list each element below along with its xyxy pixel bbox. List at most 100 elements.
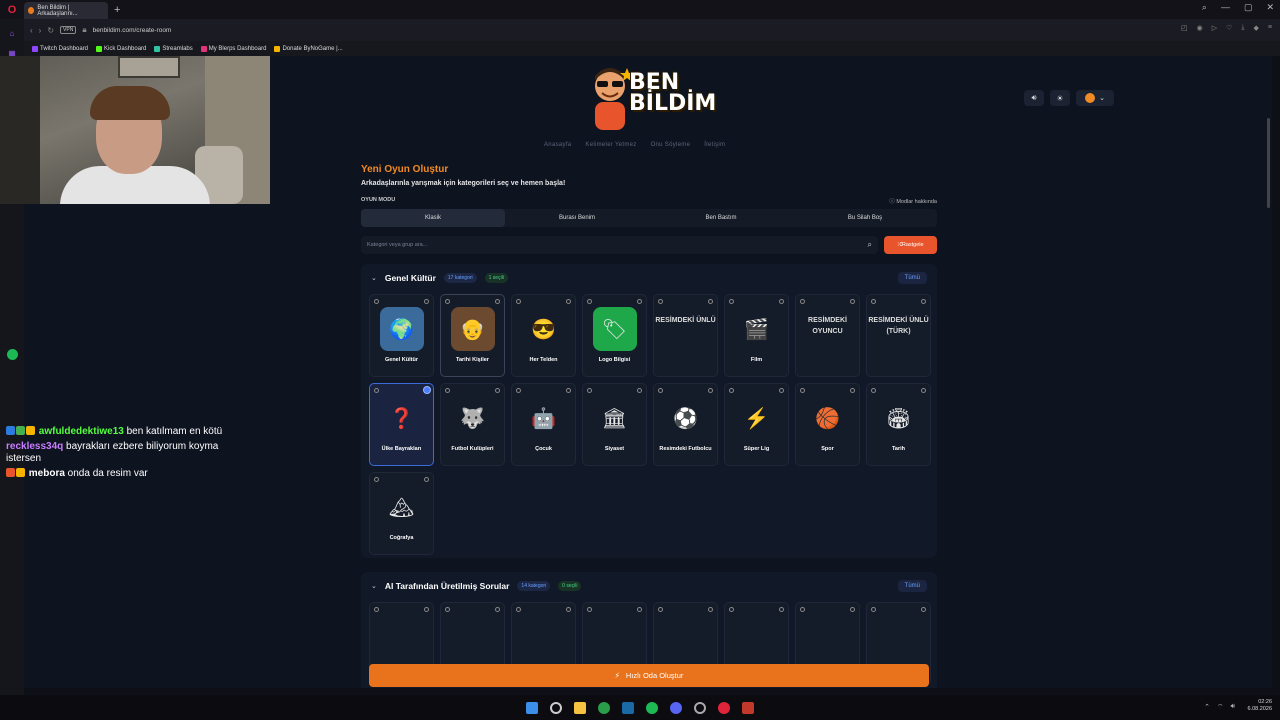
nav-kelimeler-yetmez[interactable]: Kelimeler Yetmez bbox=[585, 142, 636, 148]
tab-klasik[interactable]: Klasik bbox=[361, 209, 505, 227]
select-checkbox[interactable] bbox=[779, 607, 784, 612]
info-radio-icon[interactable] bbox=[374, 299, 379, 304]
tab-ben-bastim[interactable]: Ben Bastım bbox=[649, 209, 793, 227]
home-icon[interactable]: ⌂ bbox=[6, 27, 18, 39]
category-card[interactable]: 🏷 Logo Bilgisi bbox=[582, 294, 647, 377]
chevron-down-icon[interactable]: ⌄ bbox=[371, 582, 377, 590]
chevron-down-icon[interactable]: ⌄ bbox=[371, 274, 377, 282]
start-icon[interactable] bbox=[526, 701, 538, 714]
url-field[interactable]: benbildim.com/create-room bbox=[93, 27, 172, 34]
select-checkbox[interactable] bbox=[423, 386, 431, 394]
bookmark-bynogame[interactable]: Donate ByNoGame |... bbox=[274, 45, 343, 52]
select-checkbox[interactable] bbox=[921, 607, 926, 612]
heart-icon[interactable]: ♡ bbox=[1226, 24, 1232, 32]
theme-button[interactable]: ☀ bbox=[1050, 90, 1070, 106]
category-card[interactable]: ⚽ Resimdeki Futbolcu bbox=[653, 383, 718, 466]
camera-icon[interactable]: ◉ bbox=[1197, 24, 1203, 32]
category-card[interactable]: 🏀 Spor bbox=[795, 383, 860, 466]
reload-icon[interactable]: ↻ bbox=[47, 26, 54, 35]
tab-bu-silah-bos[interactable]: Bu Silah Boş bbox=[793, 209, 937, 227]
select-checkbox[interactable] bbox=[850, 299, 855, 304]
select-checkbox[interactable] bbox=[637, 388, 642, 393]
info-radio-icon[interactable] bbox=[658, 388, 663, 393]
category-card[interactable]: RESİMDEKİ ÜNLÜ (TÜRK) bbox=[866, 294, 931, 377]
select-all-button[interactable]: Tümü bbox=[897, 272, 927, 284]
select-checkbox[interactable] bbox=[424, 477, 429, 482]
chrome-icon[interactable] bbox=[598, 701, 610, 714]
download-icon[interactable]: ⤓ bbox=[1241, 24, 1244, 32]
select-checkbox[interactable] bbox=[779, 388, 784, 393]
screenshot-icon[interactable]: ◰ bbox=[1181, 24, 1188, 32]
info-radio-icon[interactable] bbox=[871, 388, 876, 393]
info-radio-icon[interactable] bbox=[871, 607, 876, 612]
close-icon[interactable]: ✕ bbox=[1266, 2, 1274, 13]
info-radio-icon[interactable] bbox=[374, 388, 379, 393]
site-logo[interactable]: BEN BİLDİM bbox=[587, 64, 716, 136]
select-checkbox[interactable] bbox=[637, 299, 642, 304]
select-checkbox[interactable] bbox=[495, 299, 500, 304]
system-clock[interactable]: 02:26 6.08.2026 bbox=[1248, 699, 1272, 713]
category-card[interactable]: 👴 Tarihi Kişiler bbox=[440, 294, 505, 377]
info-radio-icon[interactable] bbox=[587, 299, 592, 304]
category-card[interactable]: RESİMDEKİ OYUNCU bbox=[795, 294, 860, 377]
category-card[interactable]: 😎 Her Telden bbox=[511, 294, 576, 377]
profile-menu[interactable]: ⌄ bbox=[1076, 90, 1114, 106]
forward-icon[interactable]: › bbox=[39, 26, 42, 35]
info-radio-icon[interactable] bbox=[516, 607, 521, 612]
info-radio-icon[interactable] bbox=[516, 388, 521, 393]
info-radio-icon[interactable] bbox=[516, 299, 521, 304]
menu-icon[interactable]: ≡ bbox=[1268, 24, 1272, 32]
info-radio-icon[interactable] bbox=[871, 299, 876, 304]
select-checkbox[interactable] bbox=[424, 607, 429, 612]
info-radio-icon[interactable] bbox=[587, 607, 592, 612]
spotify-icon[interactable] bbox=[646, 701, 658, 714]
modes-help-link[interactable]: ⓘ Modlar hakkında bbox=[889, 197, 937, 205]
select-checkbox[interactable] bbox=[779, 299, 784, 304]
info-radio-icon[interactable] bbox=[587, 388, 592, 393]
select-checkbox[interactable] bbox=[637, 607, 642, 612]
extensions-icon[interactable]: ◆ bbox=[1254, 24, 1259, 32]
obs-icon[interactable] bbox=[694, 701, 706, 714]
tray-chevron-icon[interactable]: ⌃ bbox=[1204, 703, 1210, 712]
info-radio-icon[interactable] bbox=[445, 299, 450, 304]
play-icon[interactable]: ▷ bbox=[1212, 24, 1217, 32]
browser-tab[interactable]: Ben Bildim | Arkadaşlarını... bbox=[24, 2, 108, 19]
info-radio-icon[interactable] bbox=[658, 607, 663, 612]
select-checkbox[interactable] bbox=[424, 299, 429, 304]
category-card[interactable]: ⚡ Süper Lig bbox=[724, 383, 789, 466]
category-card[interactable]: 🤖 Çocuk bbox=[511, 383, 576, 466]
info-radio-icon[interactable] bbox=[800, 607, 805, 612]
volume-icon[interactable]: 🔊︎ bbox=[1231, 703, 1235, 712]
category-card[interactable]: RESİMDEKİ ÜNLÜ bbox=[653, 294, 718, 377]
back-icon[interactable]: ‹ bbox=[30, 26, 33, 35]
select-all-button[interactable]: Tümü bbox=[897, 580, 927, 592]
group-header[interactable]: ⌄ AI Tarafından Üretilmiş Sorular 14 kat… bbox=[367, 578, 931, 594]
select-checkbox[interactable] bbox=[850, 388, 855, 393]
info-radio-icon[interactable] bbox=[374, 607, 379, 612]
bookmark-streamlabs[interactable]: Streamlabs bbox=[154, 45, 193, 52]
select-checkbox[interactable] bbox=[708, 607, 713, 612]
bookmark-twitch[interactable]: Twitch Dashboard bbox=[32, 45, 88, 52]
category-card[interactable]: 🏟 Tarih bbox=[866, 383, 931, 466]
nav-onu-soyleme[interactable]: Onu Söyleme bbox=[651, 142, 691, 148]
select-checkbox[interactable] bbox=[921, 388, 926, 393]
opera-icon[interactable] bbox=[718, 701, 730, 714]
bookmark-blerps[interactable]: My Blerps Dashboard bbox=[200, 45, 266, 52]
group-header[interactable]: ⌄ Genel Kültür 17 kategori 1 seçili Tümü bbox=[367, 270, 931, 286]
search-icon[interactable] bbox=[550, 701, 562, 714]
info-radio-icon[interactable] bbox=[800, 299, 805, 304]
category-card[interactable]: ❓ Ülke Bayrakları bbox=[369, 383, 434, 466]
category-search-input[interactable]: Kategori veya grup ara... ⌕ bbox=[361, 236, 878, 254]
network-icon[interactable]: ⌔ bbox=[1217, 703, 1224, 712]
info-radio-icon[interactable] bbox=[445, 388, 450, 393]
app-icon[interactable] bbox=[742, 701, 754, 714]
discord-icon[interactable] bbox=[670, 701, 682, 714]
file-explorer-icon[interactable] bbox=[574, 701, 586, 714]
nav-contact[interactable]: İletişim bbox=[704, 142, 725, 148]
select-checkbox[interactable] bbox=[495, 607, 500, 612]
maximize-icon[interactable]: ▢ bbox=[1244, 2, 1253, 13]
info-radio-icon[interactable] bbox=[729, 299, 734, 304]
info-radio-icon[interactable] bbox=[374, 477, 379, 482]
nav-home[interactable]: Anasayfa bbox=[544, 142, 571, 148]
opera-icon[interactable]: O bbox=[0, 0, 24, 19]
